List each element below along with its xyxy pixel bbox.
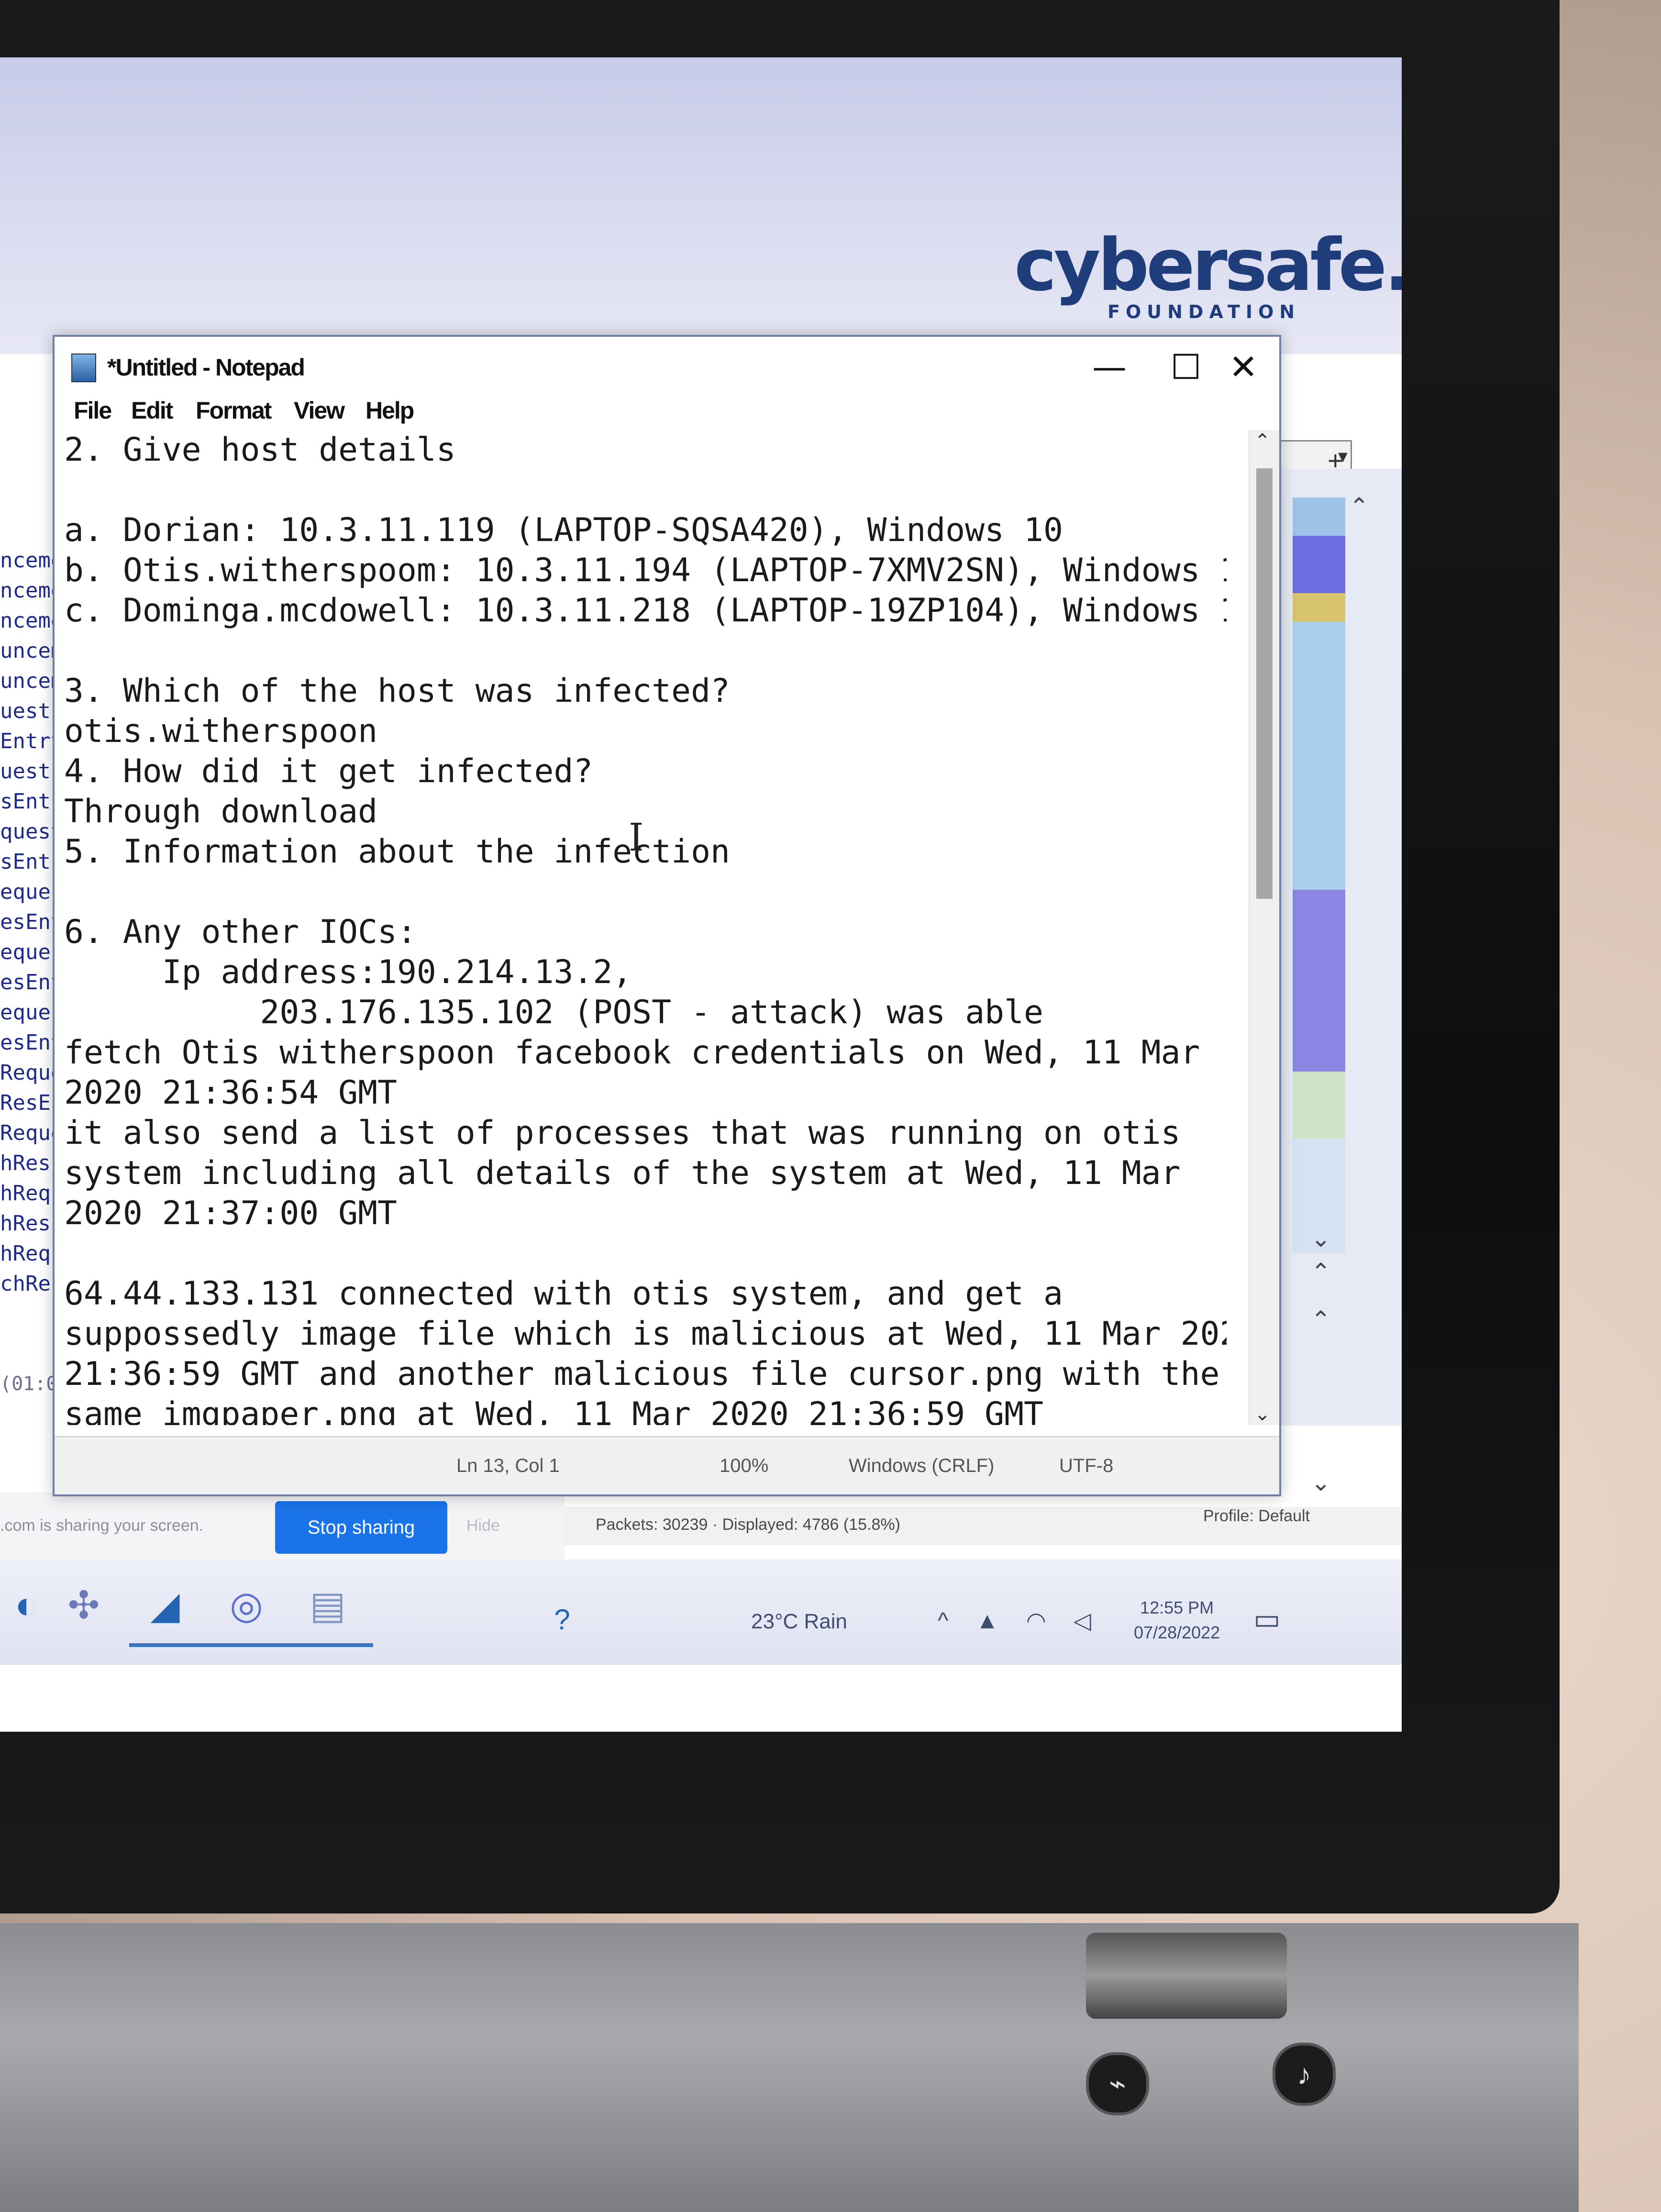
laptop-screen: cybersafe. FOUNDATION nceme nceme nceme unc… [0, 57, 1402, 1732]
panel-bar [1293, 1072, 1345, 1139]
menu-format[interactable]: Format [196, 397, 272, 424]
wireshark-fin-icon[interactable]: ◢ [139, 1579, 191, 1631]
text-line: same imgpaper.png at Wed, 11 Mar 2020 21… [64, 1395, 1043, 1425]
packet-count: Packets: 30239 · Displayed: 4786 (15.8%) [596, 1515, 900, 1534]
scroll-down-icon[interactable]: ⌄ [1311, 1225, 1331, 1252]
text-line: Ip address:190.214.13.2, [64, 953, 632, 991]
text-line: Through download [64, 793, 378, 830]
scroll-down-icon[interactable]: ⌄ [1254, 1403, 1271, 1425]
weather-widget[interactable]: 23°C Rain [751, 1610, 847, 1634]
text-line: system including all details of the syst… [64, 1154, 1181, 1192]
clock-time: 12:55 PM [1140, 1598, 1214, 1617]
text-line: 5. Information about the infection [64, 833, 730, 871]
system-tray-icons[interactable]: ^ ▲ ◠ ◁ [938, 1607, 1102, 1634]
scroll-up-icon[interactable]: ⌃ [1311, 1306, 1331, 1334]
text-line: 64.44.133.131 connected with otis system… [64, 1275, 1063, 1313]
help-icon[interactable]: ? [536, 1593, 588, 1646]
notepad-app-icon [71, 354, 96, 382]
notepad-window: *Untitled - Notepad — ☐ ✕ File Edit Form… [53, 335, 1281, 1496]
text-line: 2. Give host details [64, 431, 456, 469]
menu-file[interactable]: File [74, 397, 112, 424]
text-line [64, 470, 1227, 510]
taskbar: ◐ ✣ ◢ ◎ ▤ ? 23°C Rain ^ ▲ ◠ ◁ 12:55 PM 0… [0, 1559, 1402, 1665]
text-line: 2020 21:37:00 GMT [64, 1194, 397, 1232]
notepad-icon[interactable]: ▤ [301, 1579, 354, 1631]
scroll-up-icon[interactable]: ⌃ [1349, 493, 1369, 520]
laptop-base [0, 1923, 1579, 2212]
desktop-header: cybersafe. FOUNDATION [0, 57, 1402, 354]
zoom-level: 100% [720, 1455, 769, 1476]
text-line: it also send a list of processes that wa… [64, 1114, 1181, 1152]
taskbar-app-icon[interactable]: ✣ [57, 1579, 110, 1631]
vertical-scrollbar[interactable]: ⌃ ⌄ [1249, 430, 1279, 1425]
menu-help[interactable]: Help [365, 397, 414, 424]
text-line: fetch Otis witherspoon facebook credenti… [64, 1034, 1200, 1072]
screen-share-bar: .com is sharing your screen. Stop sharin… [0, 1493, 565, 1559]
notepad-status-bar: Ln 13, Col 1 100% Windows (CRLF) UTF-8 [55, 1436, 1279, 1494]
text-line [64, 631, 1227, 671]
panel-bar [1293, 593, 1345, 622]
encoding: UTF-8 [1059, 1455, 1114, 1476]
text-line [64, 872, 1227, 912]
maximize-button[interactable]: ☐ [1155, 346, 1217, 387]
text-cursor-icon: I [629, 815, 644, 860]
minimize-button[interactable]: — [1078, 346, 1141, 387]
wifi-key-icon: ⌁ [1086, 2052, 1149, 2115]
close-button[interactable]: ✕ [1212, 346, 1274, 387]
text-line [64, 1234, 1227, 1274]
text-line: b. Otis.witherspoom: 10.3.11.194 (LAPTOP… [64, 552, 1227, 589]
text-line: suppossedly image file which is maliciou… [64, 1315, 1227, 1353]
active-indicator [292, 1643, 373, 1647]
text-line: 4. How did it get infected? [64, 752, 593, 790]
window-title: *Untitled - Notepad [107, 354, 305, 381]
app-status-bar: Packets: 30239 · Displayed: 4786 (15.8%)… [565, 1507, 1402, 1545]
text-line: 2020 21:36:54 GMT [64, 1074, 397, 1112]
menu-bar: File Edit Format View Help [55, 392, 1279, 430]
panel-bar [1293, 536, 1345, 593]
clock[interactable]: 12:55 PM 07/28/2022 [1134, 1595, 1220, 1645]
text-line: 3. Which of the host was infected? [64, 672, 730, 710]
hide-link[interactable]: Hide [466, 1516, 500, 1535]
text-line: 6. Any other IOCs: [64, 913, 417, 951]
menu-edit[interactable]: Edit [131, 397, 173, 424]
stop-sharing-button[interactable]: Stop sharing [275, 1501, 447, 1554]
text-editor-area[interactable]: 2. Give host details a. Dorian: 10.3.11.1… [64, 430, 1227, 1425]
laptop-hinge [1086, 1933, 1287, 2019]
clock-date: 07/28/2022 [1134, 1623, 1220, 1642]
text-line: 203.176.135.102 (POST - attack) was able [64, 994, 1043, 1031]
speaker-key-icon: ♪ [1273, 2043, 1336, 2106]
active-indicator [129, 1643, 210, 1647]
notepad-titlebar[interactable]: *Untitled - Notepad — ☐ ✕ [55, 337, 1279, 392]
text-line: a. Dorian: 10.3.11.119 (LAPTOP-SQSA420),… [64, 511, 1063, 549]
brand-name: cybersafe. [1014, 224, 1402, 307]
share-message: .com is sharing your screen. [0, 1516, 204, 1535]
line-endings: Windows (CRLF) [849, 1455, 995, 1476]
brand-subtitle: FOUNDATION [1107, 301, 1301, 322]
text-line: 21:36:59 GMT and another malicious file … [64, 1355, 1220, 1393]
text-line: otis.witherspoon [64, 712, 378, 750]
notification-icon[interactable]: ▭ [1253, 1603, 1281, 1636]
panel-bar [1293, 498, 1345, 536]
scrollbar-thumb[interactable] [1256, 468, 1273, 899]
active-indicator [210, 1643, 292, 1647]
profile-label[interactable]: Profile: Default [1203, 1507, 1310, 1526]
scroll-up-icon[interactable]: ⌃ [1254, 430, 1271, 452]
scroll-up-icon[interactable]: ⌃ [1311, 1258, 1331, 1286]
panel-bar [1293, 890, 1345, 1072]
browser-icon[interactable]: ◎ [220, 1579, 273, 1631]
scroll-down-icon[interactable]: ⌄ [1311, 1469, 1331, 1496]
packet-bytes-panel [1273, 469, 1402, 1426]
panel-bar [1293, 622, 1345, 890]
text-line: c. Dominga.mcdowell: 10.3.11.218 (LAPTOP… [64, 592, 1227, 630]
cursor-position: Ln 13, Col 1 [456, 1455, 560, 1476]
menu-view[interactable]: View [294, 397, 345, 424]
taskbar-app-icon[interactable]: ◐ [0, 1579, 53, 1631]
